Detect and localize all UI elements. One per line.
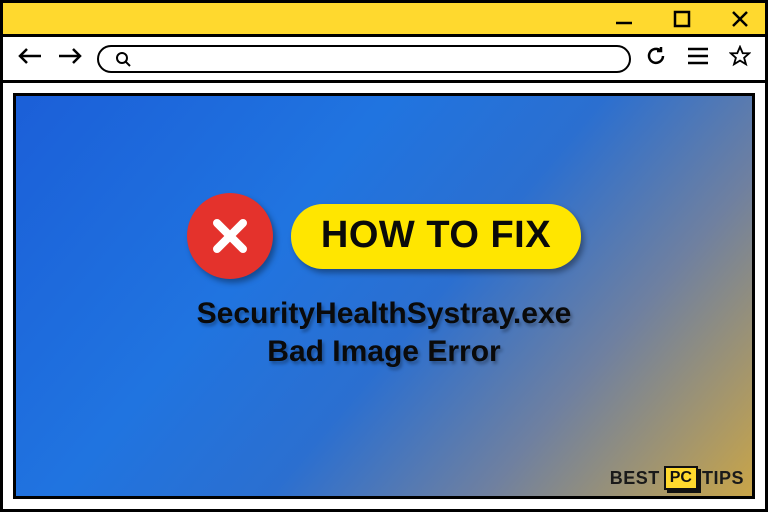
content-area: HOW TO FIX SecurityHealthSystray.exe Bad…	[3, 83, 765, 509]
nav-arrows	[17, 46, 83, 71]
hamburger-icon	[687, 47, 709, 65]
arrow-left-icon	[17, 46, 43, 66]
search-input[interactable]	[139, 51, 613, 67]
headline-pill: HOW TO FIX	[291, 204, 581, 269]
arrow-right-icon	[57, 46, 83, 66]
browser-window: HOW TO FIX SecurityHealthSystray.exe Bad…	[0, 0, 768, 512]
watermark-right: TIPS	[702, 468, 744, 489]
watermark-left: BEST	[610, 468, 660, 489]
hero-row: HOW TO FIX	[187, 193, 581, 279]
minimize-button[interactable]	[613, 8, 635, 30]
headline-text: HOW TO FIX	[321, 214, 551, 256]
forward-button[interactable]	[57, 46, 83, 71]
refresh-button[interactable]	[645, 45, 667, 72]
watermark-logo: BEST PC TIPS	[610, 466, 744, 490]
address-bar[interactable]	[97, 45, 631, 73]
menu-button[interactable]	[687, 47, 709, 70]
maximize-button[interactable]	[671, 8, 693, 30]
toolbar-right	[645, 45, 751, 72]
minimize-icon	[614, 9, 634, 29]
watermark-mid: PC	[664, 466, 698, 490]
back-button[interactable]	[17, 46, 43, 71]
subtitle-line-2: Bad Image Error	[267, 335, 500, 369]
titlebar	[3, 3, 765, 37]
error-x-icon	[207, 213, 253, 259]
error-badge	[187, 193, 273, 279]
subtitle-line-1: SecurityHealthSystray.exe	[197, 297, 572, 331]
refresh-icon	[645, 45, 667, 67]
toolbar	[3, 37, 765, 83]
close-button[interactable]	[729, 8, 751, 30]
star-icon	[729, 45, 751, 67]
close-icon	[730, 9, 750, 29]
search-icon	[115, 51, 131, 67]
favorite-button[interactable]	[729, 45, 751, 72]
hero-panel: HOW TO FIX SecurityHealthSystray.exe Bad…	[13, 93, 755, 499]
maximize-icon	[672, 9, 692, 29]
